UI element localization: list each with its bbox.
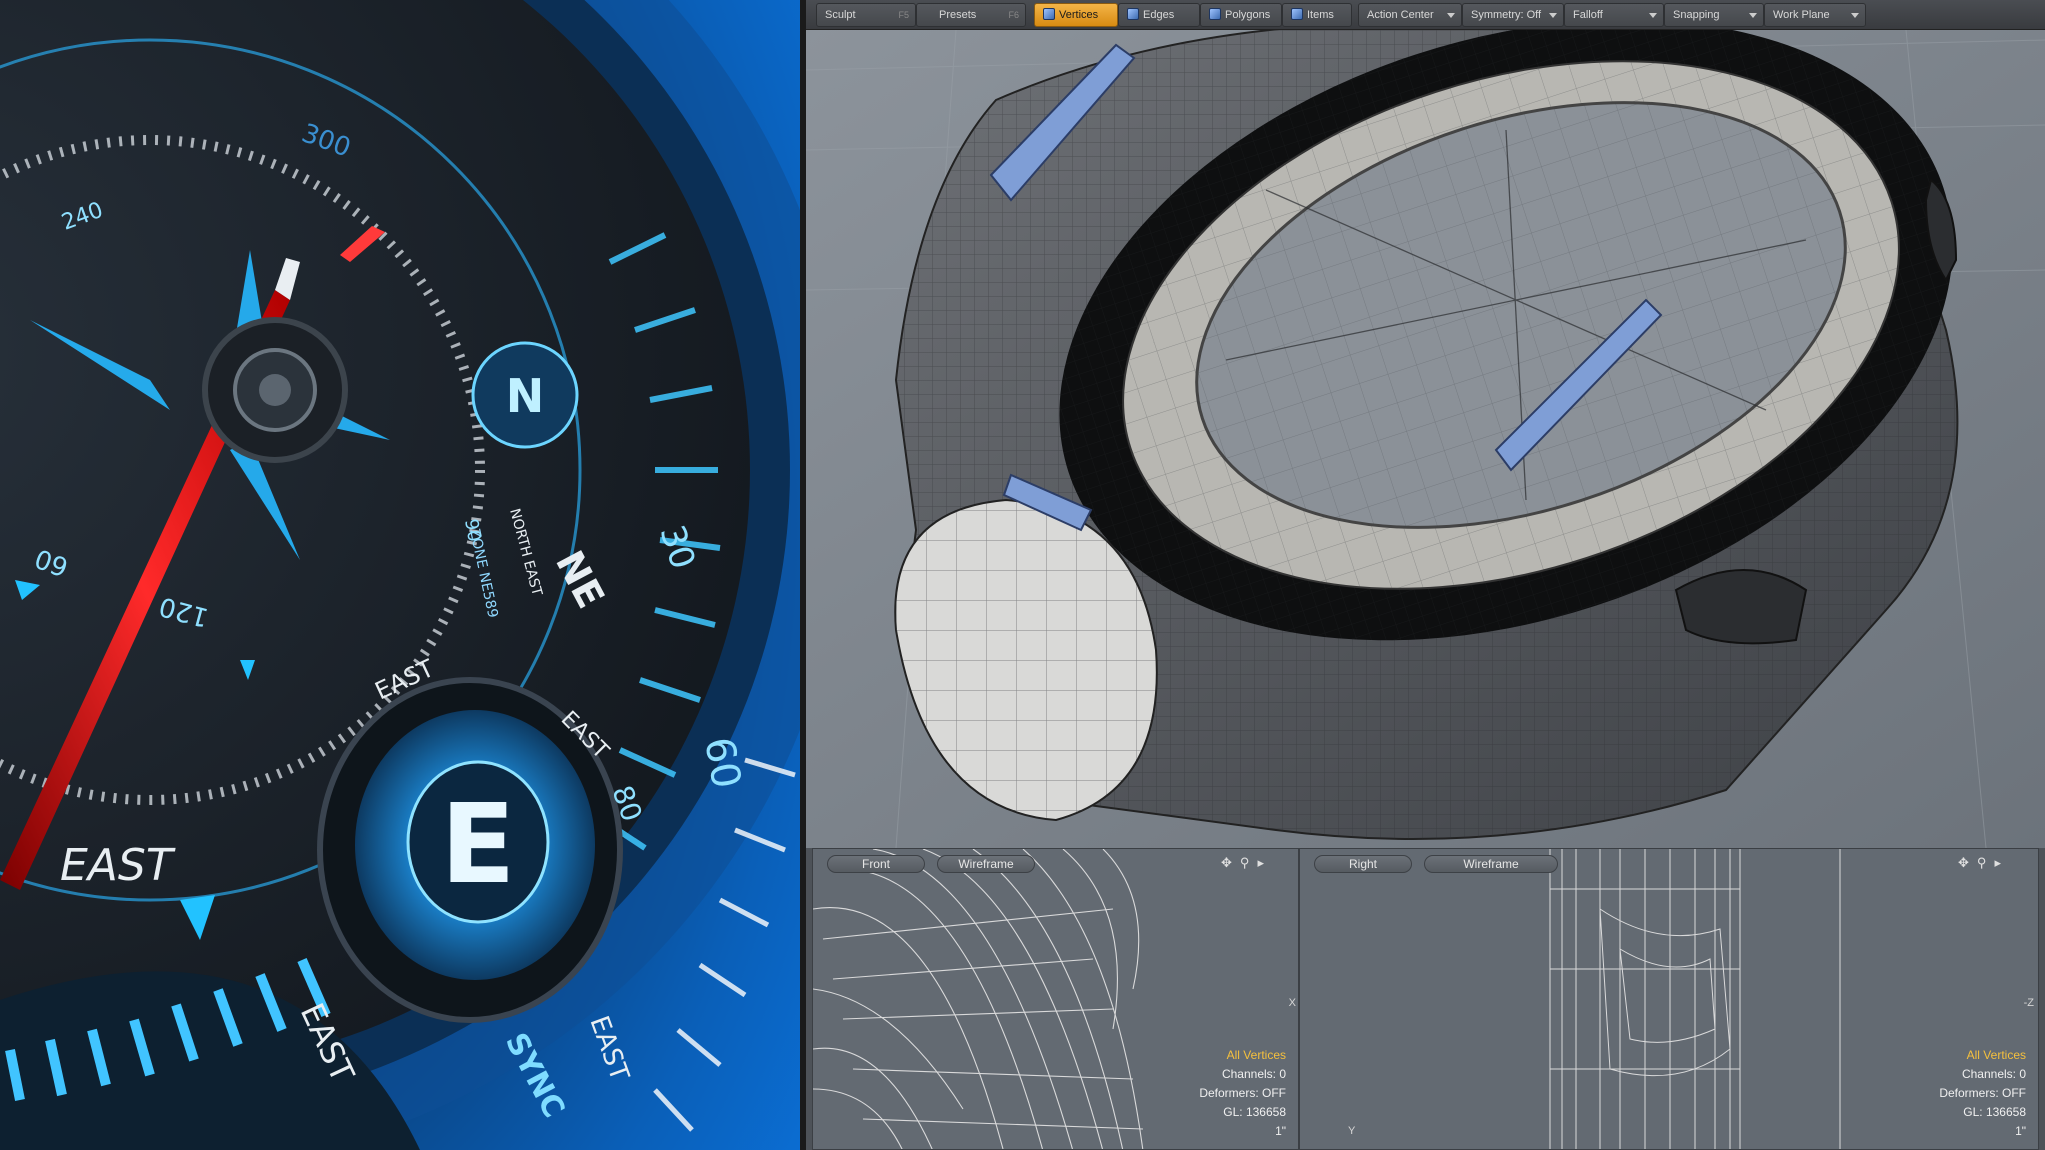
play-arrow-icon[interactable]: ▸ [1994, 856, 2001, 870]
work-plane-dropdown[interactable]: Work Plane [1764, 3, 1866, 27]
chevron-down-icon [1749, 13, 1757, 18]
subdial-letter: E [440, 780, 515, 908]
zoom-view-icon[interactable]: ⚲ [1977, 856, 1987, 870]
right-view-controls: ✥ ⚲ ▸ [1950, 856, 2001, 870]
gl-count: GL: 136658 [1963, 1105, 2026, 1119]
sculpt-shortcut: F5 [898, 10, 909, 20]
channels-count: Channels: 0 [1961, 1067, 2026, 1081]
falloff-label: Falloff [1573, 9, 1603, 21]
watch-dial-render: E N NE NORTH EAST ZONE NE589 EAST EAST E… [0, 0, 800, 1150]
vertices-mode-button[interactable]: Vertices [1034, 3, 1118, 27]
right-axis-label: -Z [2023, 997, 2034, 1009]
items-mode-button[interactable]: Items [1282, 3, 1352, 27]
grid-scale: 1" [2015, 1124, 2026, 1138]
label-60: 60 [695, 734, 749, 792]
falloff-dropdown[interactable]: Falloff [1564, 3, 1664, 27]
snapping-dropdown[interactable]: Snapping [1664, 3, 1764, 27]
sculpt-label: Sculpt [825, 9, 856, 21]
view-shading-front[interactable]: Wireframe [937, 855, 1035, 873]
top-toolbar: Sculpt F5 Presets F6 Vertices Edges Poly… [806, 0, 2045, 30]
right-viewport[interactable]: Right Wireframe ✥ ⚲ ▸ -Z Y All Vertices Ch… [1299, 848, 2039, 1150]
right-axis-y: Y [1348, 1125, 1356, 1137]
vertices-label: Vertices [1059, 9, 1099, 21]
play-arrow-icon[interactable]: ▸ [1257, 856, 1264, 870]
action-center-dropdown[interactable]: Action Center [1358, 3, 1462, 27]
render-image-panel: E N NE NORTH EAST ZONE NE589 EAST EAST E… [0, 0, 800, 1150]
presets-label: Presets [939, 9, 977, 21]
polygons-mode-button[interactable]: Polygons [1200, 3, 1282, 27]
view-name-right[interactable]: Right [1314, 855, 1412, 873]
action-center-label: Action Center [1367, 9, 1434, 21]
edges-icon [1127, 8, 1139, 20]
label-90: 90 [460, 517, 485, 543]
polygons-icon [1209, 8, 1221, 20]
work-plane-label: Work Plane [1773, 9, 1830, 21]
snapping-label: Snapping [1673, 9, 1720, 21]
chevron-down-icon [1649, 13, 1657, 18]
vertices-icon [1043, 8, 1055, 20]
deformers-status: Deformers: OFF [1939, 1086, 2026, 1100]
symmetry-dropdown[interactable]: Symmetry: Off [1462, 3, 1564, 27]
presets-shortcut: F6 [1008, 10, 1019, 20]
right-stats: All Vertices Channels: 0 Deformers: OFF … [1939, 1046, 2026, 1141]
items-label: Items [1307, 9, 1334, 21]
view-name-front[interactable]: Front [827, 855, 925, 873]
presets-tab[interactable]: Presets F6 [916, 3, 1026, 27]
chevron-down-icon [1851, 13, 1859, 18]
label-east-3: EAST [60, 840, 176, 891]
deformers-status: Deformers: OFF [1199, 1086, 1286, 1100]
perspective-viewport[interactable] [806, 19, 2045, 849]
view-shading-right[interactable]: Wireframe [1424, 855, 1558, 873]
selection-mode-label: All Vertices [1966, 1048, 2026, 1062]
channels-count: Channels: 0 [1221, 1067, 1286, 1081]
sculpt-tab[interactable]: Sculpt F5 [816, 3, 916, 27]
chevron-down-icon [1447, 13, 1455, 18]
front-viewport[interactable]: Front Wireframe ✥ ⚲ ▸ X All Vertices Chann… [812, 848, 1299, 1150]
modeler-app: Sculpt F5 Presets F6 Vertices Edges Poly… [806, 0, 2045, 1150]
front-axis-label: X [1288, 997, 1296, 1009]
polygons-label: Polygons [1225, 9, 1271, 21]
watch-model-mesh [806, 19, 2045, 849]
zoom-view-icon[interactable]: ⚲ [1240, 856, 1250, 870]
front-view-controls: ✥ ⚲ ▸ [1213, 856, 1264, 870]
move-view-icon[interactable]: ✥ [1221, 856, 1232, 870]
symmetry-label: Symmetry: Off [1471, 9, 1542, 21]
edges-mode-button[interactable]: Edges [1118, 3, 1200, 27]
orthographic-views: Front Wireframe ✥ ⚲ ▸ X All Vertices Chann… [806, 848, 2045, 1150]
grid-scale: 1" [1275, 1124, 1286, 1138]
upper-dial-letter: N [506, 369, 545, 423]
selection-mode-label: All Vertices [1226, 1048, 1286, 1062]
edges-label: Edges [1143, 9, 1175, 21]
chevron-down-icon [1549, 13, 1557, 18]
gl-count: GL: 136658 [1223, 1105, 1286, 1119]
items-icon [1291, 8, 1303, 20]
right-wireframe [1300, 849, 2038, 1149]
front-stats: All Vertices Channels: 0 Deformers: OFF … [1199, 1046, 1286, 1141]
move-view-icon[interactable]: ✥ [1958, 856, 1969, 870]
